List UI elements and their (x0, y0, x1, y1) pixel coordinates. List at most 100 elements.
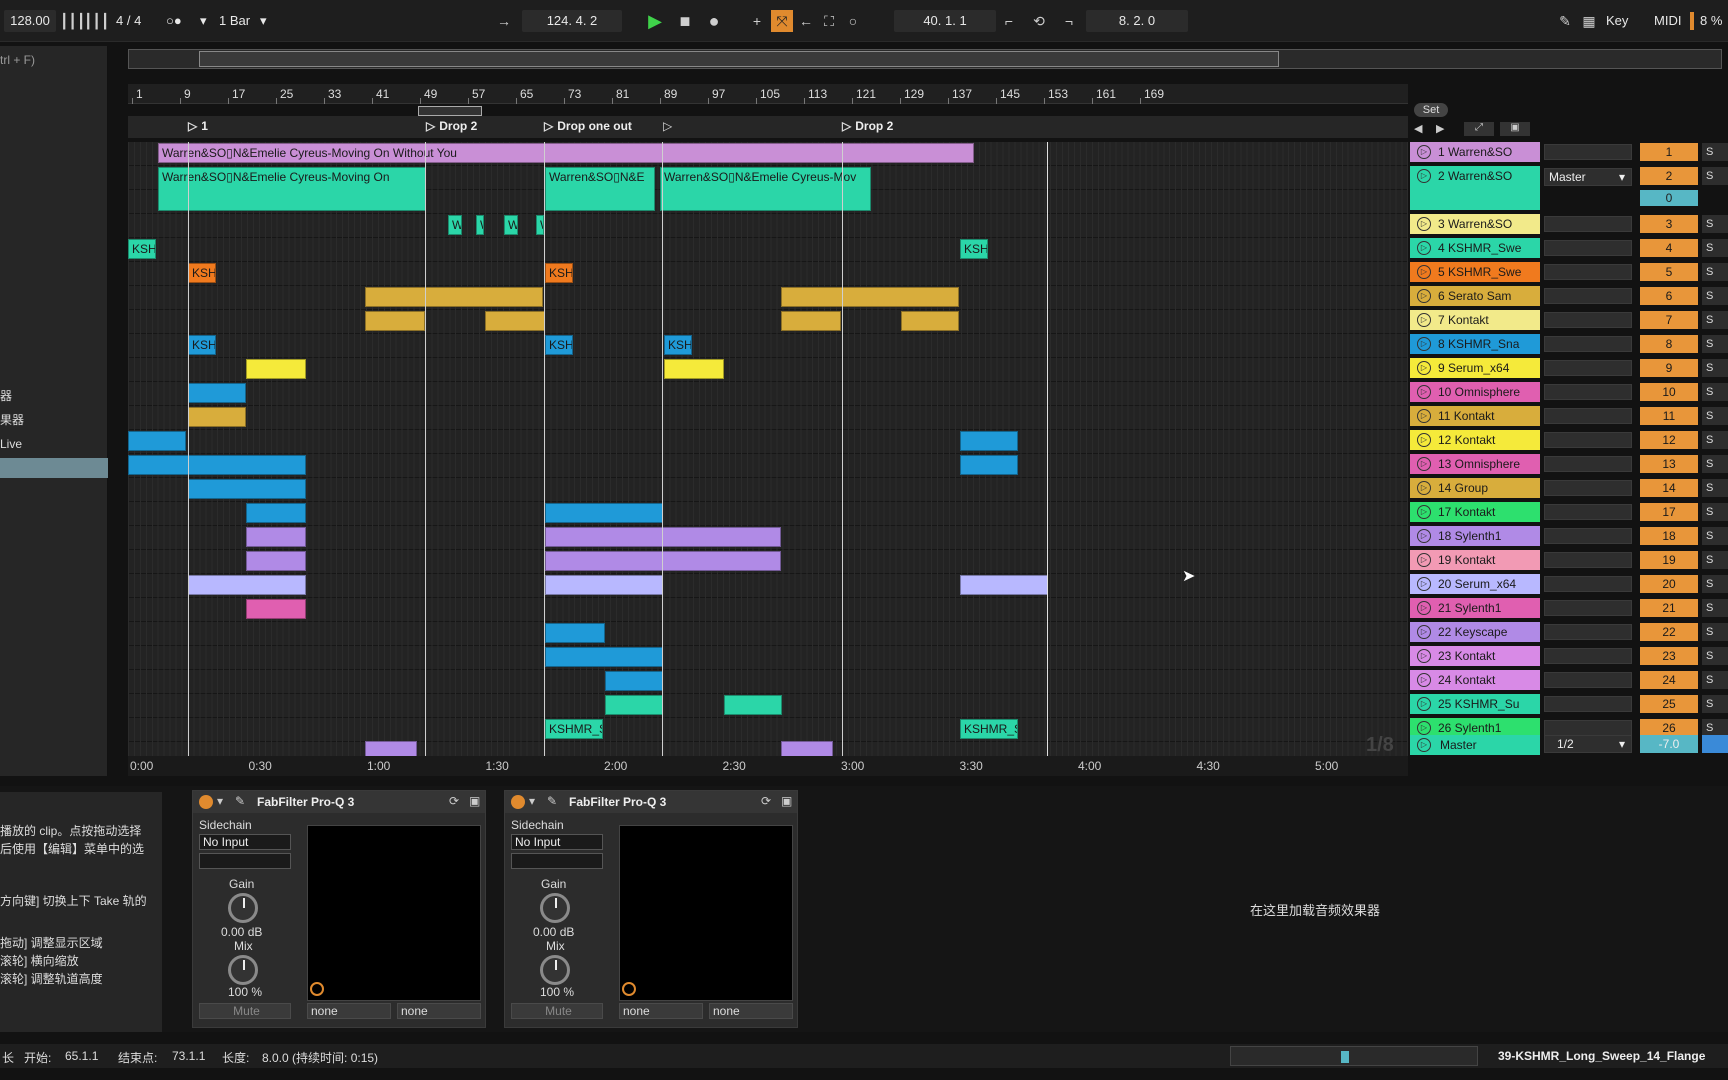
clip[interactable] (246, 599, 306, 619)
locator-lane[interactable]: 1 Drop 2 Drop one out ▷ Drop 2 (128, 106, 1408, 138)
solo-button[interactable]: S (1702, 647, 1728, 665)
clip[interactable] (605, 695, 663, 715)
time-ruler[interactable]: 0:00 0:30 1:00 1:30 2:00 2:30 3:00 3:30 4:00 4:30… (128, 756, 1408, 776)
clip[interactable] (246, 551, 306, 571)
pencil-icon[interactable]: ✎ (1554, 10, 1576, 32)
solo-button[interactable]: S (1702, 431, 1728, 449)
track-io-slot[interactable] (1544, 264, 1632, 280)
solo-button[interactable]: S (1702, 671, 1728, 689)
locator[interactable]: Drop 2 (426, 119, 477, 133)
track-activator[interactable]: 25 (1640, 695, 1698, 713)
follow-icon[interactable]: ○● (166, 10, 182, 32)
track-activator[interactable]: 4 (1640, 239, 1698, 257)
solo-button[interactable]: S (1702, 143, 1728, 161)
track-io-slot[interactable] (1544, 336, 1632, 352)
clip[interactable] (781, 311, 841, 331)
track-play-icon[interactable]: ▷ (1417, 217, 1431, 231)
clip[interactable]: KSH (664, 335, 692, 355)
nav-right-icon[interactable]: ▶ (1436, 122, 1444, 135)
punch-out-icon[interactable]: ¬ (1058, 10, 1080, 32)
track-header[interactable]: ▷ 8 KSHMR_Sna (1410, 334, 1540, 354)
clip[interactable]: W (504, 215, 518, 235)
track-play-icon[interactable]: ▷ (1417, 481, 1431, 495)
track-io-slot[interactable] (1544, 552, 1632, 568)
clip[interactable] (188, 575, 306, 595)
track-activator[interactable]: 9 (1640, 359, 1698, 377)
sidechain-input-select[interactable]: No Input (199, 834, 291, 850)
clip[interactable]: Warren&SO▯N&E (545, 167, 655, 211)
clip[interactable]: KSHMR_S (545, 719, 603, 739)
track-activator[interactable]: 8 (1640, 335, 1698, 353)
clip[interactable]: KSH (128, 239, 156, 259)
browser-item-selected[interactable] (0, 458, 108, 478)
solo-button[interactable]: S (1702, 695, 1728, 713)
clip[interactable] (545, 575, 663, 595)
solo-button[interactable]: S (1702, 551, 1728, 569)
track-play-icon[interactable]: ▷ (1417, 409, 1431, 423)
clip[interactable] (724, 695, 782, 715)
track-header[interactable]: ▷ 1 Warren&SO (1410, 142, 1540, 162)
circle-icon[interactable]: ○ (842, 10, 864, 32)
clip[interactable]: W (448, 215, 462, 235)
overview-viewport[interactable] (199, 51, 1279, 67)
track-activator[interactable]: 22 (1640, 623, 1698, 641)
solo-button[interactable]: S (1702, 503, 1728, 521)
track-header[interactable]: ▷ 23 Kontakt (1410, 646, 1540, 666)
expand-icon[interactable]: ⤢ (1464, 122, 1494, 136)
track-play-icon[interactable]: ▷ (1417, 457, 1431, 471)
clip[interactable] (246, 359, 306, 379)
track-activator[interactable]: 3 (1640, 215, 1698, 233)
beat-ruler[interactable]: 1 9 17 25 33 41 49 57 65 73 81 89 97 105 113 121 129 137 1… (128, 84, 1408, 104)
clip[interactable]: Warren&SO▯N&Emelie Cyreus-Moving On With… (158, 143, 974, 163)
track-io-slot[interactable] (1544, 240, 1632, 256)
clip[interactable]: KSH (188, 335, 216, 355)
time-signature[interactable]: 4 / 4 (116, 10, 141, 32)
back-icon[interactable]: ← (795, 10, 817, 32)
stop-icon[interactable]: ■ (674, 10, 696, 32)
solo-button[interactable]: S (1702, 575, 1728, 593)
clip[interactable] (960, 455, 1018, 475)
track-play-icon[interactable]: ▷ (1417, 553, 1431, 567)
track-activator[interactable]: 17 (1640, 503, 1698, 521)
refresh-icon[interactable]: ⟳ (449, 794, 459, 808)
track-header[interactable]: ▷ 10 Omnisphere (1410, 382, 1540, 402)
track-play-icon[interactable]: ▷ (1417, 529, 1431, 543)
clip[interactable]: W (536, 215, 544, 235)
solo-button[interactable]: S (1702, 311, 1728, 329)
sidechain-channel-select[interactable] (199, 853, 291, 869)
follow-arrow-icon[interactable]: → (493, 10, 515, 32)
add-icon[interactable]: + (746, 10, 768, 32)
track-io-slot[interactable] (1544, 360, 1632, 376)
clip[interactable]: W (476, 215, 484, 235)
record-icon[interactable]: ● (703, 10, 725, 32)
track-play-icon[interactable]: ▷ (1417, 385, 1431, 399)
device-power-icon[interactable] (199, 795, 213, 809)
track-io-slot[interactable] (1544, 696, 1632, 712)
key-map-button[interactable]: Key (1606, 10, 1628, 32)
track-io-slot[interactable] (1544, 312, 1632, 328)
mute-button[interactable]: Mute (199, 1003, 291, 1019)
gain-knob[interactable] (228, 893, 258, 923)
track-activator[interactable]: 10 (1640, 383, 1698, 401)
track-header[interactable]: ▷ 25 KSHMR_Su (1410, 694, 1540, 714)
track-io-slot[interactable] (1544, 432, 1632, 448)
master-routing[interactable]: 1/2 ▾ (1544, 735, 1632, 753)
tempo-field[interactable]: 128.00 (4, 10, 56, 32)
solo-button[interactable]: S (1702, 455, 1728, 473)
refresh-icon[interactable]: ⟳ (761, 794, 771, 808)
locator-marker[interactable]: ▷ (663, 119, 672, 133)
track-activator[interactable]: 5 (1640, 263, 1698, 281)
track-header[interactable]: ▷ 20 Serum_x64 (1410, 574, 1540, 594)
track-play-icon[interactable]: ▷ (1417, 433, 1431, 447)
track-header[interactable]: ▷ 11 Kontakt (1410, 406, 1540, 426)
sidechain-input-select[interactable]: No Input (511, 834, 603, 850)
mix-knob[interactable] (228, 955, 258, 985)
clip[interactable] (545, 551, 781, 571)
clip[interactable] (128, 431, 186, 451)
clip[interactable] (901, 311, 959, 331)
track-header[interactable]: ▷ 12 Kontakt (1410, 430, 1540, 450)
locator[interactable]: 1 (188, 119, 208, 133)
track-play-icon[interactable]: ▷ (1417, 577, 1431, 591)
waveform-preview[interactable] (1230, 1046, 1478, 1066)
track-header[interactable]: ▷ 4 KSHMR_Swe (1410, 238, 1540, 258)
